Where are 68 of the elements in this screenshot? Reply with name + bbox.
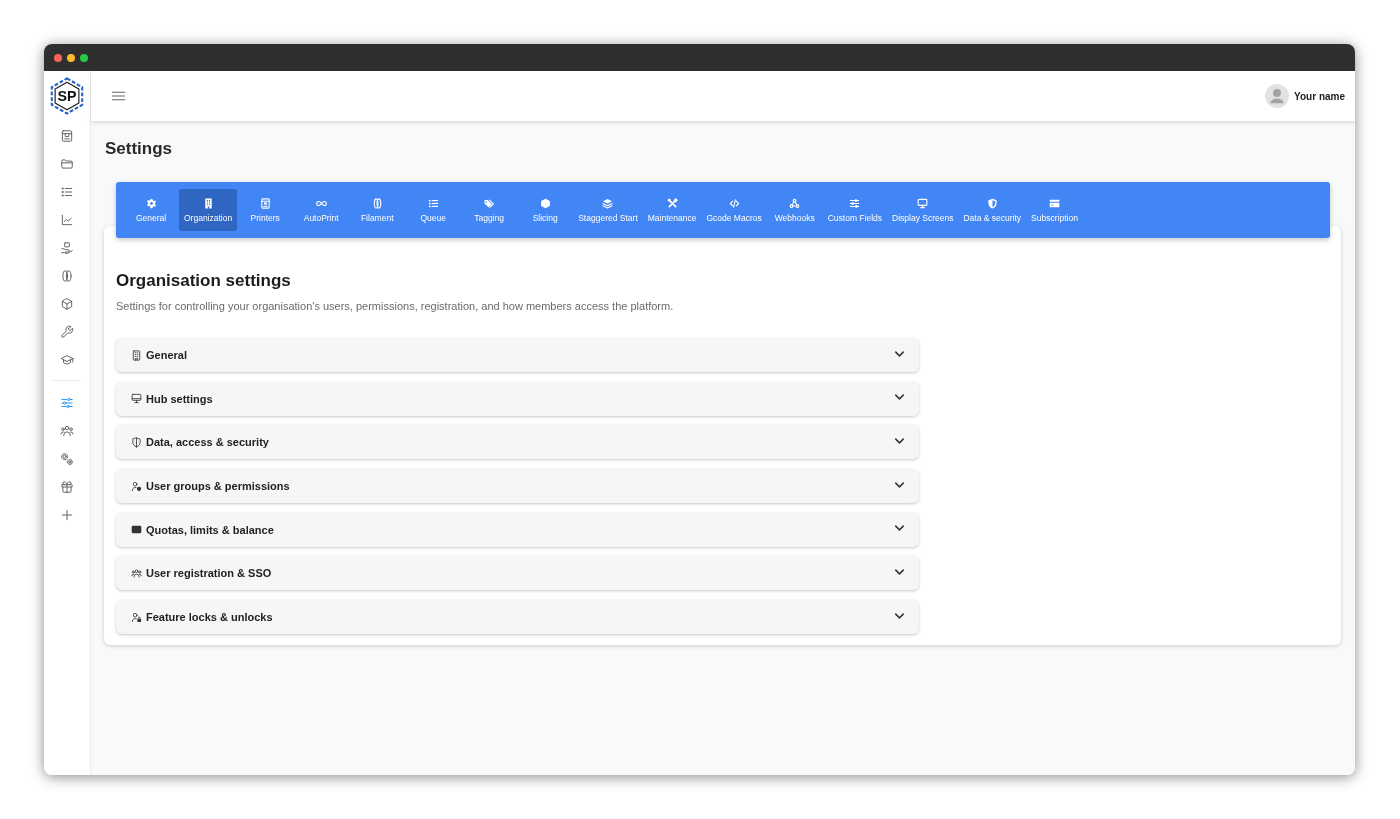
- printer-icon[interactable]: [60, 129, 74, 143]
- code-icon: [728, 197, 740, 209]
- accordion-header[interactable]: Quotas, limits & balance: [116, 512, 919, 547]
- menu-icon[interactable]: [112, 91, 125, 101]
- accordion-header[interactable]: User registration & SSO: [116, 556, 919, 591]
- shield-icon: [986, 197, 998, 209]
- accordion-header[interactable]: Hub settings: [116, 381, 919, 416]
- sliders-icon: [849, 197, 861, 209]
- settings-tab[interactable]: Maintenance: [642, 189, 702, 231]
- user-shield-icon: [131, 480, 142, 492]
- settings-tab[interactable]: Slicing: [517, 189, 574, 231]
- webhook-icon: [789, 197, 801, 209]
- settings-tab[interactable]: Printers: [237, 189, 294, 231]
- shield-icon: [131, 436, 142, 448]
- settings-tab[interactable]: Data & security: [958, 189, 1027, 231]
- window-minimize-button[interactable]: [67, 53, 75, 62]
- accordion-header[interactable]: User groups & permissions: [116, 469, 919, 504]
- layers-icon: [602, 197, 614, 209]
- hand-holding-box-icon[interactable]: [60, 241, 74, 255]
- cube-icon[interactable]: [60, 297, 74, 311]
- building-icon: [131, 349, 142, 361]
- window-close-button[interactable]: [54, 53, 62, 62]
- monitor-icon: [917, 197, 929, 209]
- gear-icon: [145, 197, 157, 209]
- avatar-icon: [1265, 84, 1290, 108]
- settings-tab[interactable]: Filament: [349, 189, 406, 231]
- building-icon: [202, 197, 214, 209]
- tools-icon: [666, 197, 678, 209]
- section-description: Settings for controlling your organisation's users, permissions, registration, and how members access the platform.: [116, 299, 675, 313]
- settings-tab[interactable]: Gcode Macros: [701, 189, 767, 231]
- settings-tab[interactable]: General: [123, 189, 179, 231]
- spool-icon: [371, 197, 383, 209]
- list-icon[interactable]: [60, 185, 74, 199]
- user-menu-button[interactable]: Your name: [1265, 84, 1345, 108]
- users-icon: [131, 567, 142, 579]
- page-title: Settings: [105, 138, 174, 160]
- accordion-header[interactable]: Feature locks & unlocks: [116, 600, 919, 635]
- settings-tab[interactable]: Queue: [405, 189, 462, 231]
- sliders-icon[interactable]: [60, 396, 74, 410]
- folder-icon[interactable]: [60, 157, 74, 171]
- graduation-cap-icon[interactable]: [60, 353, 74, 367]
- window-zoom-button[interactable]: [80, 53, 88, 62]
- monitor-icon: [131, 393, 142, 405]
- line-chart-icon[interactable]: [60, 213, 74, 227]
- settings-tab[interactable]: Staggered Start: [573, 189, 643, 231]
- settings-tab[interactable]: AutoPrint: [293, 189, 350, 231]
- settings-tab[interactable]: Display Screens: [887, 189, 959, 231]
- user-lock-icon: [131, 611, 142, 623]
- accordion-header[interactable]: General: [116, 338, 919, 372]
- settings-tab[interactable]: Subscription: [1026, 189, 1083, 231]
- users-icon[interactable]: [60, 424, 74, 438]
- section-title: Organisation settings: [116, 271, 292, 291]
- credit-card-icon: [1049, 197, 1060, 209]
- gears-icon[interactable]: [60, 452, 74, 466]
- accordion-header[interactable]: Data, access & security: [116, 425, 919, 460]
- printer-icon: [259, 197, 271, 209]
- settings-tab[interactable]: Custom Fields: [822, 189, 888, 231]
- wrench-icon[interactable]: [60, 325, 74, 339]
- tags-icon: [483, 197, 495, 209]
- gift-icon[interactable]: [60, 480, 74, 494]
- settings-tab[interactable]: Tagging: [461, 189, 518, 231]
- settings-tab[interactable]: Organization: [179, 189, 238, 231]
- settings-tab[interactable]: Webhooks: [766, 189, 823, 231]
- list-icon: [427, 197, 439, 209]
- wallet-icon: [131, 524, 142, 536]
- app-logo[interactable]: SP: [48, 77, 86, 115]
- spool-icon[interactable]: [60, 269, 74, 283]
- cube-icon: [539, 197, 551, 209]
